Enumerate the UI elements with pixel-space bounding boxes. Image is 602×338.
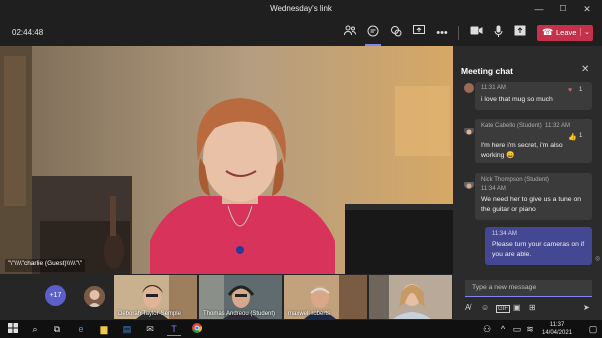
participant-name: Thomas Andreou (Student) — [203, 311, 276, 317]
file-explorer-icon[interactable]: ▆ — [97, 323, 111, 335]
overflow-participants-button[interactable]: +17 — [45, 285, 66, 306]
compose-placeholder: Type a new message — [472, 284, 537, 291]
chat-title: Meeting chat — [461, 66, 513, 76]
window-title: Wednesday's link — [270, 4, 332, 13]
reaction-count: 1 — [579, 133, 583, 139]
taskbar-clock[interactable]: 11:37 14/04/2021 — [542, 321, 572, 337]
participant-tile[interactable] — [369, 275, 452, 319]
sticker-icon[interactable]: ▣ — [513, 303, 521, 312]
wifi-icon[interactable]: ≋ — [523, 323, 537, 335]
title-bar: Wednesday's link — ☐ ✕ — [0, 0, 602, 20]
participant-video — [369, 275, 452, 319]
clock-date: 14/04/2021 — [542, 330, 573, 336]
reactions-icon[interactable] — [388, 25, 404, 41]
main-video: "\"\\\\"charlie (Guest)\\\\\"\" — [0, 46, 453, 274]
attach-icon[interactable]: ⊞ — [529, 303, 536, 312]
send-icon[interactable]: ➤ — [583, 303, 590, 312]
chat-message[interactable]: 11:31 AM i love that mug so much ♥ 1 — [475, 82, 592, 110]
meeting-chat-panel: Meeting chat ✕ 11:31 AM i love that mug … — [453, 46, 602, 320]
emoji-icon[interactable]: ☺ — [481, 303, 489, 312]
message-compose-box[interactable]: Type a new message — [465, 280, 592, 297]
participant-strip: +17 Deborah Taylor-Semple Thomas Andreou… — [0, 274, 453, 320]
share-icon[interactable] — [512, 25, 528, 41]
meeting-toolbar: 02:44:48 ••• ☎ Leave ⌄ — [0, 20, 602, 46]
teams-icon[interactable]: T — [167, 323, 181, 336]
meeting-timer: 02:44:48 — [12, 28, 44, 37]
message-time: 11:32 AM — [545, 123, 570, 129]
participant-tile[interactable]: Deborah Taylor-Semple — [114, 275, 197, 319]
message-text: i love that mug so much — [481, 96, 553, 103]
person-icon[interactable]: ⚇ — [480, 323, 494, 335]
share-tray-icon[interactable] — [411, 25, 427, 41]
battery-icon[interactable]: ▭ — [510, 323, 524, 335]
windows-start-icon[interactable] — [6, 323, 20, 335]
leave-label: Leave — [556, 28, 577, 37]
windows-taskbar: ⌕ ⧉ e ▆ ▤ ✉ T ⚇ ^ ▭ ≋ 11:37 14/04/2021 ▢ — [0, 320, 602, 338]
search-icon[interactable]: ⌕ — [28, 323, 42, 335]
chrome-icon[interactable] — [190, 323, 204, 335]
phone-hangup-icon: ☎ — [542, 27, 554, 37]
participant-tile[interactable]: Thomas Andreou (Student) — [199, 275, 282, 319]
clock-time: 11:37 — [549, 322, 565, 328]
reaction-count: 1 — [579, 87, 583, 93]
chevron-up-icon[interactable]: ^ — [496, 323, 510, 335]
participant-name: Deborah Taylor-Semple — [118, 311, 181, 317]
close-icon[interactable]: ✕ — [581, 64, 589, 75]
message-sender-and-time: Kate Cabello (Student) 11:32 AM — [481, 123, 591, 129]
close-window-button[interactable]: ✕ — [580, 3, 594, 15]
message-time: 11:31 AM — [481, 85, 506, 91]
store-icon[interactable]: ▤ — [120, 323, 134, 335]
message-text: Please turn your cameras on if you are a… — [492, 241, 585, 258]
minimize-button[interactable]: — — [532, 3, 546, 15]
message-time: 11:34 AM — [492, 231, 517, 237]
participant-name: maxwell roberts — [288, 311, 331, 317]
leave-button[interactable]: ☎ Leave ⌄ — [537, 25, 593, 41]
thumbs-up-icon: 👍 — [568, 134, 577, 141]
presenter-video-image — [0, 46, 453, 274]
message-text: We need her to give us a tune on the gui… — [481, 196, 582, 213]
own-chat-message[interactable]: 11:34 AM Please turn your cameras on if … — [485, 227, 592, 265]
mic-icon[interactable] — [490, 25, 506, 41]
camera-icon[interactable] — [468, 25, 484, 41]
more-icon[interactable]: ••• — [434, 25, 450, 41]
avatar — [464, 125, 474, 135]
people-icon[interactable] — [342, 25, 358, 41]
edge-icon[interactable]: e — [74, 323, 88, 335]
gif-icon[interactable]: GIF — [496, 305, 510, 313]
chat-icon[interactable] — [365, 25, 381, 41]
maximize-button[interactable]: ☐ — [556, 3, 570, 15]
presenter-name: "\"\\\\"charlie (Guest)\\\\\"\" — [5, 259, 86, 272]
chevron-down-icon[interactable]: ⌄ — [580, 28, 590, 36]
heart-icon: ♥ — [568, 87, 573, 94]
message-sender: Nick Thompson (Student) — [481, 177, 549, 183]
avatar[interactable] — [84, 286, 105, 307]
notifications-icon[interactable]: ▢ — [586, 323, 600, 335]
mail-icon[interactable]: ✉ — [143, 323, 157, 335]
participant-tile[interactable]: maxwell roberts — [284, 275, 367, 319]
toolbar-divider — [458, 26, 459, 40]
avatar — [464, 179, 474, 189]
chat-message[interactable]: Kate Cabello (Student) 11:32 AM 👍 1 I'm … — [475, 119, 592, 163]
seen-icon: ◎ — [595, 256, 601, 262]
message-time: 11:34 AM — [481, 186, 506, 192]
chat-message[interactable]: Nick Thompson (Student) 11:34 AM We need… — [475, 173, 592, 220]
message-text: I'm here i'm secret, i'm also working 😄 — [481, 142, 563, 159]
format-icon[interactable]: A̸ — [465, 303, 470, 312]
task-view-icon[interactable]: ⧉ — [50, 323, 64, 335]
avatar — [464, 83, 474, 93]
message-sender: Kate Cabello (Student) — [481, 123, 542, 129]
